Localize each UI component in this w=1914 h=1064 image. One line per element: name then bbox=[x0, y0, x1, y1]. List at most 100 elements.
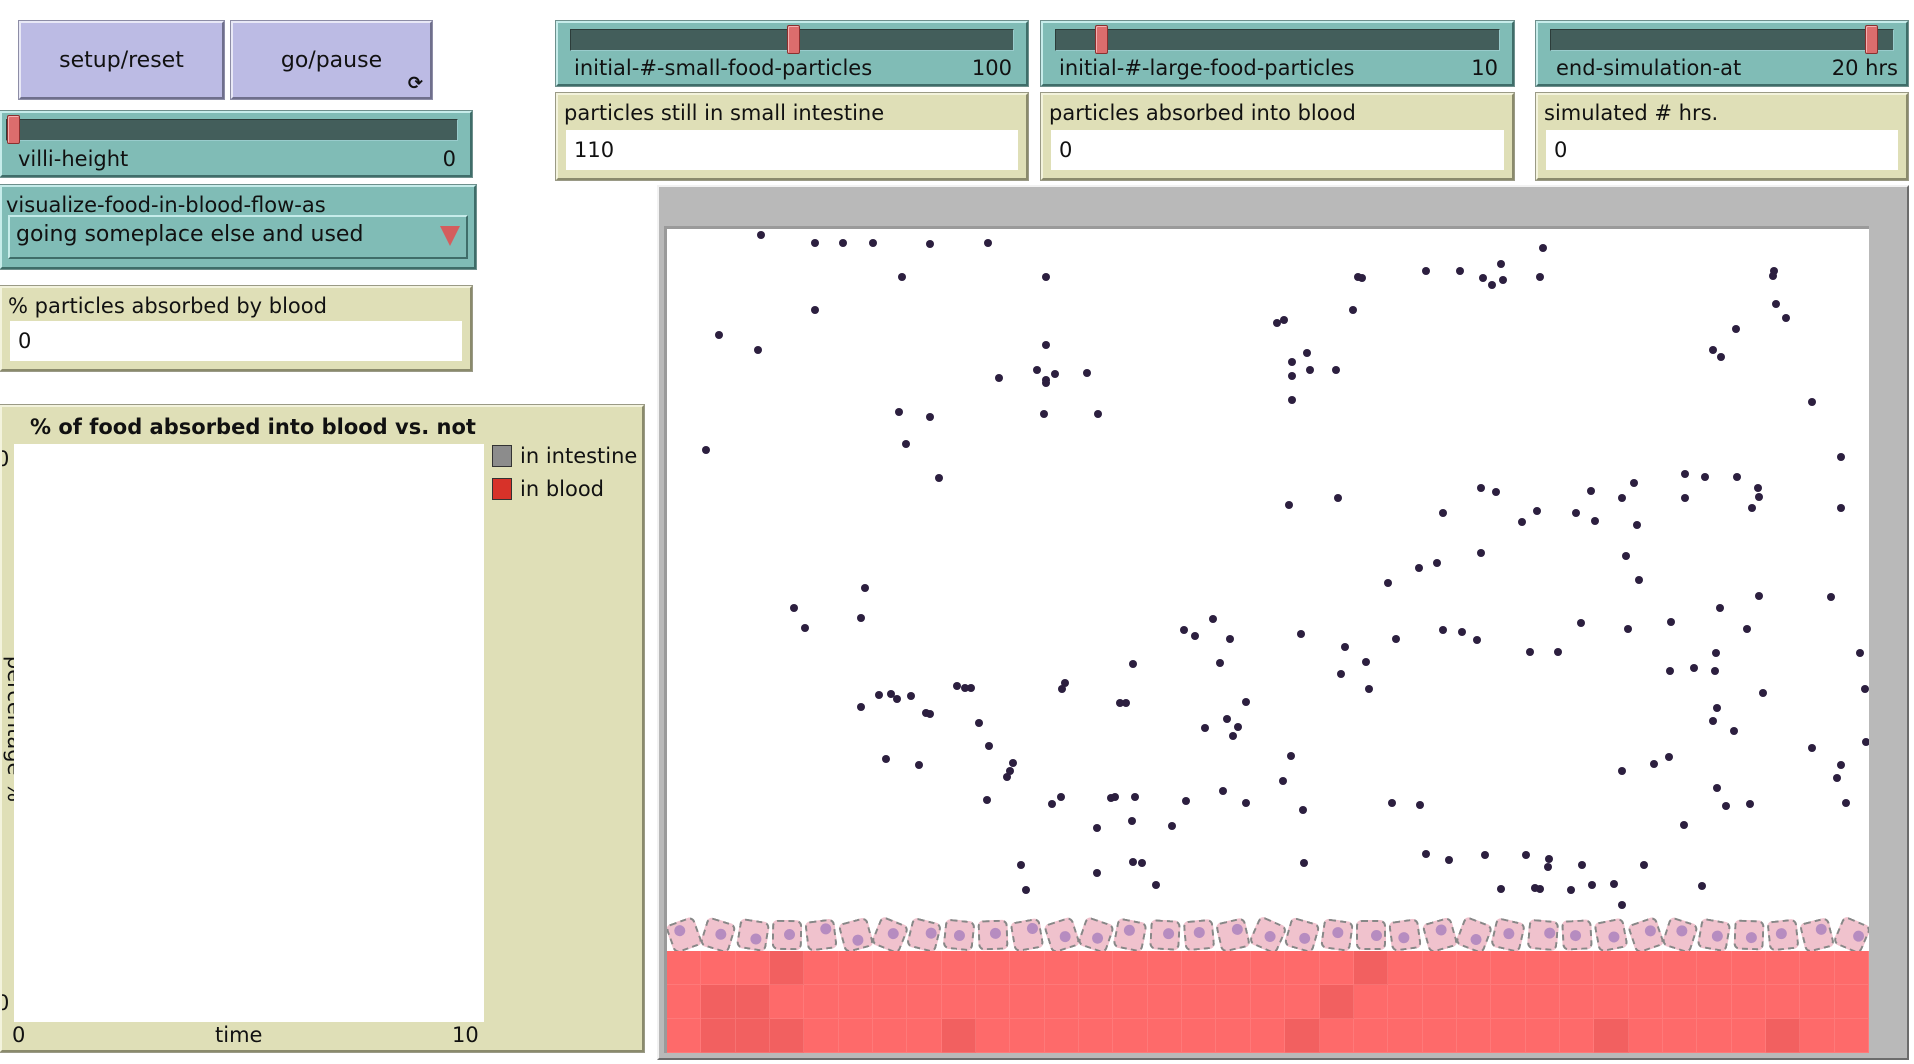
food-particle bbox=[1439, 509, 1447, 517]
food-particle bbox=[1577, 619, 1585, 627]
epithelial-cell bbox=[977, 919, 1009, 951]
food-particle bbox=[1701, 473, 1709, 481]
blood-patch bbox=[1525, 985, 1560, 1019]
blood-patch bbox=[1422, 1019, 1457, 1053]
blood-patch bbox=[1800, 1019, 1835, 1053]
blood-patch bbox=[701, 985, 736, 1019]
blood-patch bbox=[770, 951, 805, 985]
end-simulation-slider[interactable]: end-simulation-at 20 hrs bbox=[1536, 21, 1908, 86]
food-particle bbox=[1128, 817, 1136, 825]
food-particle bbox=[1093, 869, 1101, 877]
setup-reset-button[interactable]: setup/reset bbox=[19, 21, 224, 99]
food-particle bbox=[1152, 881, 1160, 889]
food-particle bbox=[1365, 685, 1373, 693]
food-particle bbox=[1746, 800, 1754, 808]
food-particle bbox=[915, 761, 923, 769]
epithelial-cell bbox=[942, 918, 976, 952]
blood-patch bbox=[1113, 951, 1148, 985]
slider-thumb[interactable] bbox=[1094, 25, 1108, 54]
food-particle bbox=[1388, 799, 1396, 807]
blood-patch bbox=[1250, 951, 1286, 985]
slider-thumb[interactable] bbox=[1865, 25, 1879, 54]
blood-patch bbox=[804, 985, 839, 1019]
cell-nucleus bbox=[1570, 929, 1582, 942]
villi-height-slider[interactable]: villi-height 0 bbox=[0, 111, 472, 177]
blood-patch bbox=[1388, 985, 1423, 1019]
slider-value: 20 hrs bbox=[1831, 56, 1898, 80]
food-particle bbox=[1733, 473, 1741, 481]
blood-patch bbox=[1559, 1019, 1595, 1053]
cell-nucleus bbox=[1231, 923, 1245, 937]
setup-reset-label: setup/reset bbox=[59, 47, 184, 73]
blood-patch bbox=[1216, 985, 1251, 1019]
monitor-label: particles still in small intestine bbox=[564, 101, 885, 125]
food-particle bbox=[985, 742, 993, 750]
chooser-label: visualize-food-in-blood-flow-as bbox=[6, 193, 326, 217]
blood-patch bbox=[1697, 951, 1732, 985]
slider-track[interactable] bbox=[1550, 25, 1894, 54]
food-particle bbox=[1782, 314, 1790, 322]
food-particle bbox=[1666, 667, 1674, 675]
slider-track[interactable] bbox=[6, 115, 458, 144]
food-particle bbox=[1180, 626, 1188, 634]
epithelial-cell bbox=[1355, 920, 1386, 950]
visualize-chooser[interactable]: visualize-food-in-blood-flow-as going so… bbox=[0, 185, 476, 269]
food-particle bbox=[1129, 858, 1137, 866]
legend-swatch bbox=[492, 478, 512, 500]
food-particle bbox=[1680, 821, 1688, 829]
blood-patch bbox=[1285, 951, 1320, 985]
food-particle bbox=[1051, 370, 1059, 378]
cell-nucleus bbox=[1057, 929, 1072, 944]
slider-thumb[interactable] bbox=[786, 25, 800, 54]
epithelial-cell bbox=[1319, 918, 1354, 952]
legend-label: in blood bbox=[520, 477, 605, 501]
food-particle bbox=[1522, 851, 1530, 859]
slider-track[interactable] bbox=[1055, 25, 1500, 54]
chooser-dropdown[interactable]: going someplace else and used bbox=[8, 215, 468, 259]
blood-patch bbox=[1731, 951, 1766, 985]
food-particle bbox=[1384, 579, 1392, 587]
blood-patch bbox=[1559, 951, 1595, 985]
food-particle bbox=[1587, 487, 1595, 495]
blood-patch bbox=[873, 1019, 908, 1053]
food-particle bbox=[898, 273, 906, 281]
food-particle bbox=[1497, 885, 1505, 893]
cell-nucleus bbox=[925, 926, 939, 940]
food-particle bbox=[1209, 615, 1217, 623]
food-particle bbox=[1732, 325, 1740, 333]
blood-patch bbox=[1044, 985, 1080, 1019]
go-pause-button[interactable]: go/pause ⟳ bbox=[231, 21, 432, 99]
blood-patch bbox=[1594, 951, 1629, 985]
small-food-particles-slider[interactable]: initial-#-small-food-particles 100 bbox=[556, 21, 1028, 86]
food-particle bbox=[1422, 850, 1430, 858]
cell-nucleus bbox=[713, 927, 728, 942]
food-particle bbox=[1242, 799, 1250, 807]
food-particle bbox=[757, 231, 765, 239]
blood-patch bbox=[941, 985, 977, 1019]
blood-patch bbox=[804, 1019, 839, 1053]
absorbed-into-blood-monitor: particles absorbed into blood 0 bbox=[1041, 93, 1514, 180]
blood-patch bbox=[1662, 985, 1698, 1019]
large-food-particles-slider[interactable]: initial-#-large-food-particles 10 bbox=[1041, 21, 1514, 86]
food-particle bbox=[1492, 488, 1500, 496]
cell-nucleus bbox=[1775, 927, 1788, 941]
cell-nucleus bbox=[1607, 930, 1621, 944]
slider-track[interactable] bbox=[570, 25, 1014, 54]
food-particle bbox=[861, 584, 869, 592]
slider-thumb[interactable] bbox=[7, 115, 20, 144]
food-particle bbox=[1713, 704, 1721, 712]
blood-patch bbox=[1147, 1019, 1183, 1053]
blood-patch bbox=[1697, 1019, 1732, 1053]
y-min-tick: 0 bbox=[2, 991, 9, 1015]
food-particle bbox=[1285, 501, 1293, 509]
blood-patch bbox=[907, 985, 942, 1019]
blood-patch bbox=[1388, 1019, 1423, 1053]
world-view[interactable] bbox=[664, 226, 1869, 1053]
food-particle bbox=[1554, 648, 1562, 656]
blood-patch bbox=[1010, 951, 1045, 985]
cell-nucleus bbox=[1193, 926, 1206, 939]
food-particle bbox=[1022, 886, 1030, 894]
food-particle bbox=[1033, 366, 1041, 374]
food-particle bbox=[1709, 717, 1717, 725]
food-particle bbox=[1477, 549, 1485, 557]
